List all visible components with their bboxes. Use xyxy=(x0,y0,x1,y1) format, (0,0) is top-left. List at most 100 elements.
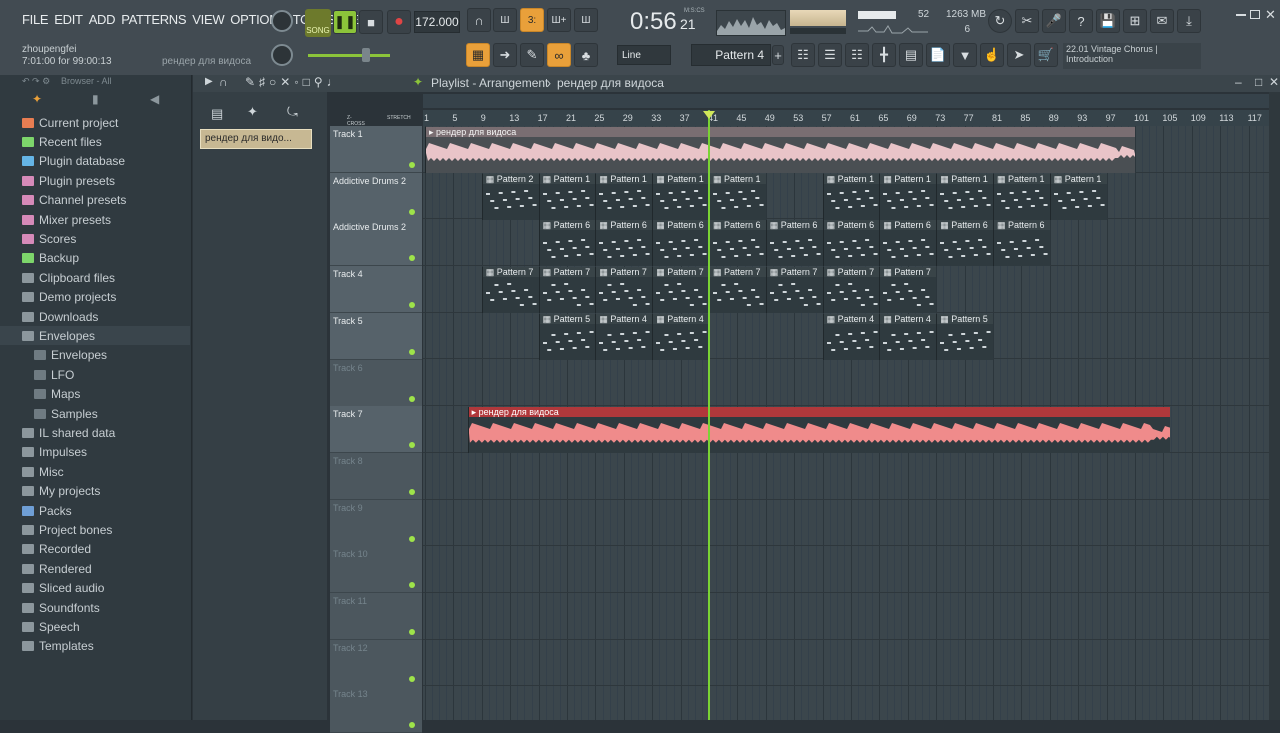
master-volume-knob[interactable] xyxy=(271,10,293,32)
arrow-right-icon[interactable]: ➜ xyxy=(493,43,517,67)
browser-item[interactable]: Misc xyxy=(0,462,190,481)
browser-item[interactable]: Maps xyxy=(0,385,190,404)
plug-icon[interactable]: ⊞ xyxy=(1123,9,1147,33)
pattern-clip[interactable]: ▦ Pattern 4 xyxy=(652,313,709,360)
browser-item[interactable]: Scores xyxy=(0,229,190,248)
track-header[interactable]: Track 8 xyxy=(330,452,422,500)
stop-button[interactable]: ■ xyxy=(359,10,383,34)
pause-button[interactable]: ❚❚ xyxy=(333,10,357,34)
track-header[interactable]: Track 7 xyxy=(330,406,422,454)
plugin-picker-icon[interactable]: ▼ xyxy=(953,43,977,67)
track-row[interactable] xyxy=(423,453,1269,500)
track-mute-led[interactable] xyxy=(409,395,415,402)
pattern-clip[interactable]: ▦ Pattern 6 xyxy=(936,220,993,267)
loop-record-button[interactable]: Ш xyxy=(574,8,598,32)
mixer-icon[interactable]: ☷ xyxy=(791,43,815,67)
menu-item-file[interactable]: FILE xyxy=(22,12,49,27)
browser-item[interactable]: Templates xyxy=(0,637,190,656)
snap-select[interactable]: Line xyxy=(617,45,671,65)
browser-item[interactable]: Project bones xyxy=(0,520,190,539)
magnet-icon[interactable]: ∩ xyxy=(219,75,228,89)
maximize-button[interactable] xyxy=(1250,10,1260,19)
pattern-clip[interactable]: ▦ Pattern 1 xyxy=(1049,173,1107,220)
track-row[interactable] xyxy=(423,640,1269,687)
chat-icon[interactable]: ✉ xyxy=(1150,9,1174,33)
pattern-clip[interactable]: ▦ Pattern 4 xyxy=(595,313,653,360)
track-header[interactable]: Track 4 xyxy=(330,266,422,314)
track-row[interactable] xyxy=(423,593,1269,640)
microphone-icon[interactable]: 🎤 xyxy=(1042,9,1066,33)
step-edit-button[interactable]: Ш+ xyxy=(547,8,571,32)
help-icon[interactable]: ? xyxy=(1069,9,1093,33)
pattern-clip[interactable]: ▦ Pattern 1 xyxy=(709,173,766,220)
window-min-icon[interactable]: – xyxy=(1235,75,1242,89)
audio-clip[interactable]: ▸ рендер для видоса xyxy=(425,127,1135,173)
track-header[interactable]: Track 10 xyxy=(330,546,422,594)
browser-item[interactable]: LFO xyxy=(0,365,190,384)
pattern-clip[interactable]: ▦ Pattern 1 xyxy=(936,173,993,220)
track-mute-led[interactable] xyxy=(409,442,415,449)
browser-item[interactable]: Sliced audio xyxy=(0,579,190,598)
browser-item[interactable]: Soundfonts xyxy=(0,598,190,617)
record-button[interactable]: ● xyxy=(387,10,411,34)
song-time-display[interactable]: 0:56 21 M:S:CS xyxy=(630,6,710,36)
playhead-marker-icon[interactable] xyxy=(703,111,715,119)
menu-item-add[interactable]: ADD xyxy=(89,12,116,27)
pattern-clip[interactable]: ▦ Pattern 1 xyxy=(595,173,653,220)
browser-item[interactable]: IL shared data xyxy=(0,423,190,442)
browser-item[interactable]: Current project xyxy=(0,113,190,132)
track-mute-led[interactable] xyxy=(409,208,415,215)
touch-keyboard-icon[interactable]: ☝ xyxy=(980,43,1004,67)
main-pitch-slider[interactable] xyxy=(308,54,390,57)
pattern-clip[interactable]: ▦ Pattern 6 xyxy=(709,220,766,267)
browser-item[interactable]: Rendered xyxy=(0,559,190,578)
pattern-clip[interactable]: ▦ Pattern 7 xyxy=(879,267,937,314)
refresh-icon[interactable]: ↻ xyxy=(988,9,1012,33)
pattern-clip[interactable]: ▦ Pattern 6 xyxy=(765,220,823,267)
track-header[interactable]: Track 1 xyxy=(330,126,422,173)
pattern-clip[interactable]: ▦ Pattern 1 xyxy=(652,173,709,220)
track-mute-led[interactable] xyxy=(409,535,415,542)
pattern-clip[interactable]: ▦ Pattern 1 xyxy=(993,173,1050,220)
channel-rack-icon[interactable]: ☰ xyxy=(818,43,842,67)
track-mute-led[interactable] xyxy=(409,348,415,355)
track-mute-led[interactable] xyxy=(409,488,415,495)
pattern-clip[interactable]: ▦ Pattern 7 xyxy=(709,267,766,314)
track-row[interactable] xyxy=(423,360,1269,407)
pattern-select[interactable]: Pattern 4 xyxy=(691,44,771,66)
browser-item[interactable]: Impulses xyxy=(0,443,190,462)
download-icon[interactable]: ⤓ xyxy=(1177,9,1201,33)
shop-icon[interactable]: 🛒 xyxy=(1034,43,1058,67)
track-mute-led[interactable] xyxy=(409,255,415,262)
track-header[interactable]: Track 11 xyxy=(330,593,422,640)
master-volume-slider[interactable] xyxy=(790,28,846,34)
menu-item-view[interactable]: VIEW xyxy=(192,12,224,27)
browser-speaker-icon[interactable]: ◀ xyxy=(150,92,159,106)
pattern-clip[interactable]: ▦ Pattern 5 xyxy=(538,313,596,360)
pat-song-toggle[interactable]: SONG xyxy=(305,9,331,37)
pattern-clip[interactable]: ▦ Pattern 7 xyxy=(538,267,596,314)
track-header[interactable]: Track 9 xyxy=(330,499,422,547)
track-row[interactable] xyxy=(423,546,1269,593)
cross-icon[interactable]: ✦ xyxy=(247,104,258,120)
tag-icon[interactable]: ➤ xyxy=(1007,43,1031,67)
audio-clip[interactable]: ▸ рендер для видоса xyxy=(467,407,1171,454)
metronome-button[interactable]: ∩ xyxy=(467,8,491,32)
pattern-clip[interactable]: ▦ Pattern 6 xyxy=(879,220,937,267)
pattern-clip[interactable]: ▦ Pattern 7 xyxy=(652,267,709,314)
playlist-view-button[interactable]: ▦ xyxy=(466,43,490,67)
browser-item[interactable]: My projects xyxy=(0,482,190,501)
pattern-clip[interactable]: ▦ Pattern 7 xyxy=(765,267,823,314)
track-mute-led[interactable] xyxy=(409,629,415,635)
link-tool-icon[interactable]: ∞ xyxy=(547,43,571,67)
track-row[interactable] xyxy=(423,686,1269,720)
track-mute-led[interactable] xyxy=(409,302,415,309)
tools-icons[interactable]: ✎♯○✕◦□⚲♩ xyxy=(245,75,343,89)
track-mute-led[interactable] xyxy=(409,582,415,589)
browser-item[interactable]: Plugin presets xyxy=(0,171,190,190)
browser-star-icon[interactable]: ✦ xyxy=(32,92,42,106)
pattern-clip[interactable]: ▦ Pattern 4 xyxy=(879,313,937,360)
close-button[interactable]: ✕ xyxy=(1265,7,1276,23)
pattern-clip[interactable]: ▦ Pattern 6 xyxy=(822,220,880,267)
add-pattern-button[interactable]: + xyxy=(772,45,784,65)
